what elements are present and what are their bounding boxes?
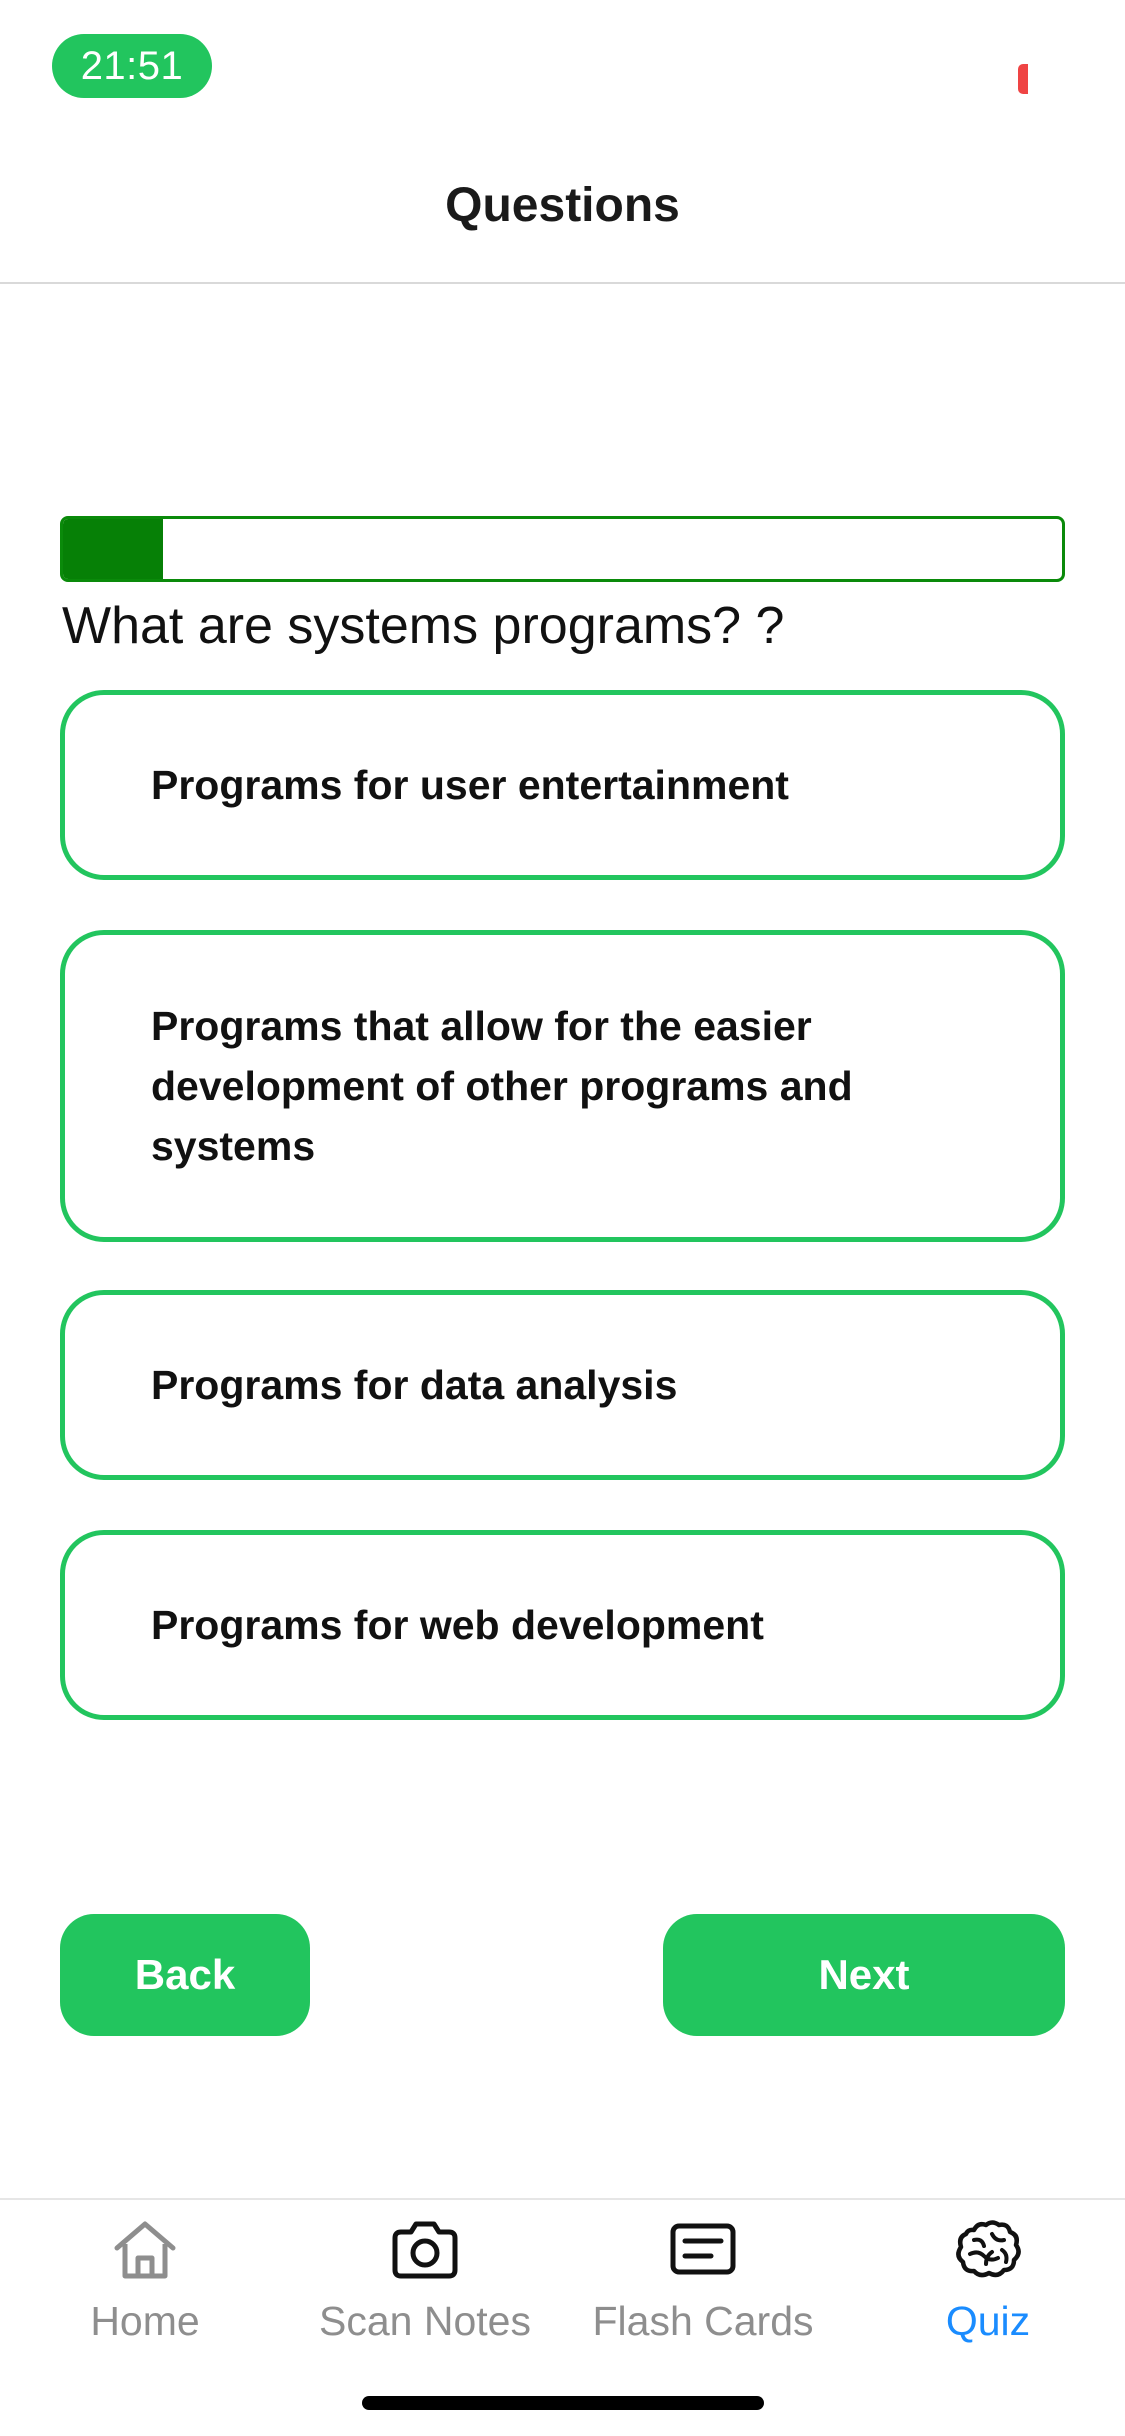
quiz-progress-bar bbox=[60, 516, 1065, 582]
answer-option-1[interactable]: Programs for user entertainment bbox=[60, 690, 1065, 880]
answer-label: Programs for user entertainment bbox=[151, 762, 789, 808]
question-text: What are systems programs? ? bbox=[62, 597, 785, 655]
camera-icon bbox=[392, 2221, 458, 2279]
next-button[interactable]: Next bbox=[663, 1914, 1065, 2036]
answer-label: Programs for data analysis bbox=[151, 1362, 678, 1408]
tab-label: Scan Notes bbox=[319, 2298, 531, 2344]
progress-fill bbox=[63, 519, 163, 579]
status-time: 21:51 bbox=[52, 34, 212, 98]
navigation-header: Questions bbox=[0, 160, 1125, 284]
home-icon bbox=[114, 2221, 176, 2279]
tab-scan-notes[interactable]: Scan Notes bbox=[312, 2214, 538, 2364]
answer-label: Programs that allow for the easier devel… bbox=[151, 1003, 853, 1169]
tab-label: Home bbox=[90, 2298, 200, 2344]
answer-option-2[interactable]: Programs that allow for the easier devel… bbox=[60, 930, 1065, 1242]
tab-home[interactable]: Home bbox=[68, 2214, 222, 2364]
home-indicator bbox=[362, 2396, 764, 2410]
answer-option-4[interactable]: Programs for web development bbox=[60, 1530, 1065, 1720]
tab-label: Quiz bbox=[945, 2298, 1031, 2344]
flashcard-icon bbox=[670, 2223, 736, 2275]
tab-label: Flash Cards bbox=[592, 2298, 814, 2344]
answer-label: Programs for web development bbox=[151, 1602, 764, 1648]
tab-flash-cards[interactable]: Flash Cards bbox=[588, 2214, 818, 2364]
recording-indicator bbox=[1018, 64, 1028, 94]
page-title: Questions bbox=[445, 178, 680, 232]
answer-option-3[interactable]: Programs for data analysis bbox=[60, 1290, 1065, 1480]
brain-icon bbox=[956, 2220, 1021, 2278]
tab-quiz[interactable]: Quiz bbox=[930, 2214, 1046, 2364]
quiz-screen: 21:51 Questions What are systems program… bbox=[0, 0, 1125, 2436]
back-button[interactable]: Back bbox=[60, 1914, 310, 2036]
